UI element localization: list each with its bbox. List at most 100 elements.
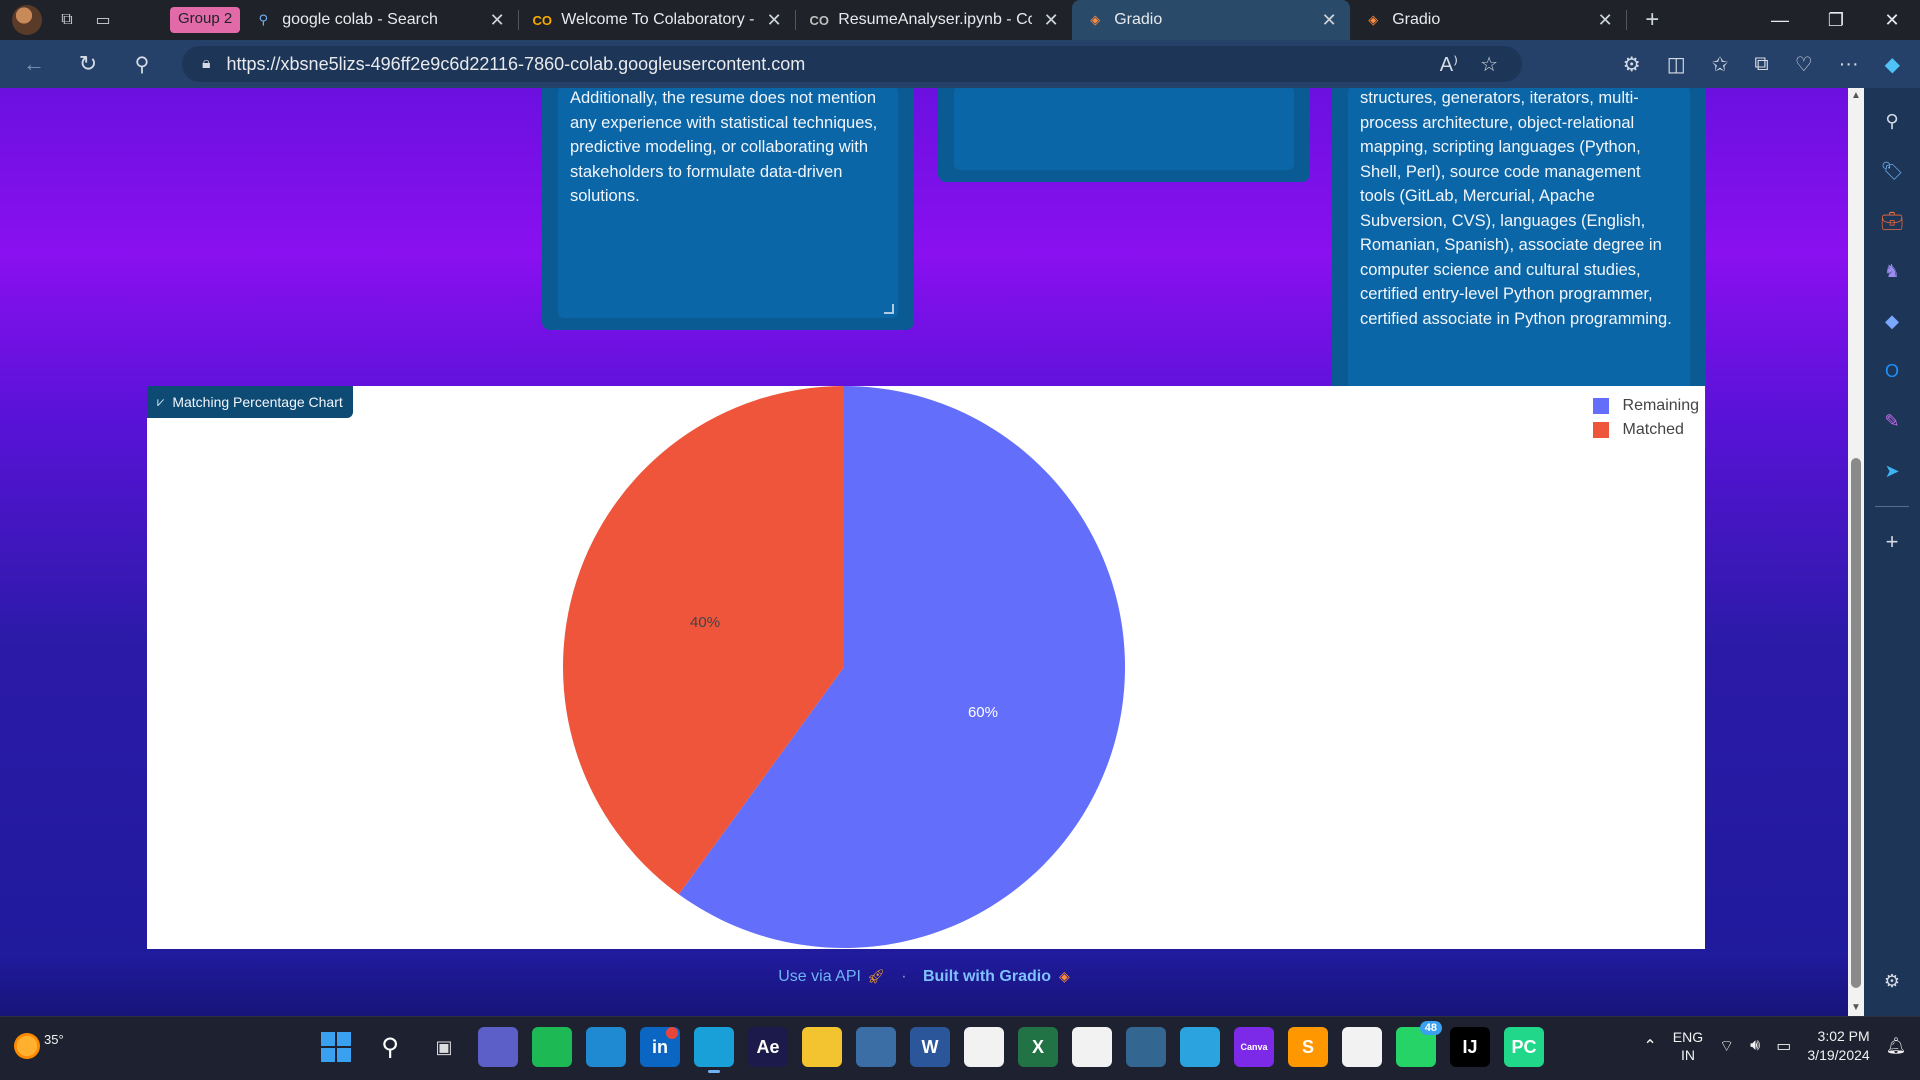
gradio-icon: ◈ [1090,12,1101,27]
close-icon[interactable]: ✕ [1596,10,1614,31]
notification-bell-icon[interactable]: 🔔︎ [1886,1036,1906,1056]
scroll-up-arrow-icon[interactable]: ▲ [1848,88,1864,104]
pycharm-icon[interactable]: PC [1504,1027,1544,1067]
designer-icon[interactable]: ✎ [1877,406,1907,436]
split-screen-icon[interactable]: ◫ [1667,52,1686,77]
volume-icon[interactable]: 🔊︎ [1750,1037,1760,1055]
gradio-footer: Use via API 🚀︎ · Built with Gradio ◈ [0,968,1848,986]
search-icon[interactable]: ⚲ [370,1027,410,1067]
legend-item-remaining[interactable]: Remaining [1592,394,1699,418]
tools-briefcase-icon[interactable]: 💼︎ [1877,206,1907,236]
settings-gear-icon[interactable]: ⚙ [1877,966,1907,996]
canva-icon[interactable]: Canva [1234,1027,1274,1067]
window-close-icon[interactable]: ✕ [1864,0,1920,40]
tabbar-left-controls: ⧉ ▭ [0,5,160,35]
rocket-icon: 🚀︎ [866,968,885,984]
telegram-icon[interactable] [1180,1027,1220,1067]
collections-icon[interactable]: ⧉ [1754,53,1768,76]
vscode-icon[interactable] [586,1027,626,1067]
after-effects-icon[interactable]: Ae [748,1027,788,1067]
legend-label-remaining: Remaining [1622,397,1699,414]
url-text[interactable]: https://xbsne5lizs-496ff2e9c6d22116-7860… [227,54,806,75]
pie-chart: 60% 40% [563,386,1125,949]
refresh-icon[interactable]: ↻ [68,44,108,84]
search-icon[interactable]: ⚲ [122,44,162,84]
slack-icon[interactable] [1342,1027,1382,1067]
tab-welcome-colab[interactable]: CO Welcome To Colaboratory - Co ✕ [519,0,795,40]
whatsapp-icon[interactable]: 48 [1396,1021,1442,1067]
games-icon[interactable]: ♞ [1877,256,1907,286]
excel-icon[interactable]: X [1018,1027,1058,1067]
add-icon[interactable]: + [1877,527,1907,557]
tab-resume-analyser[interactable]: CO ResumeAnalyser.ipynb - Colab ✕ [796,0,1072,40]
outlook-icon[interactable]: O [1877,356,1907,386]
language-indicator[interactable]: ENG IN [1673,1028,1703,1064]
url-field[interactable]: 🔒︎ https://xbsne5lizs-496ff2e9c6d22116-7… [182,46,1522,82]
spotify-icon[interactable] [532,1027,572,1067]
system-tray: ⌃ ENG IN ⌔ 🔊︎ ▭ 3:02 PM 3/19/2024 🔔︎ [1643,1027,1906,1065]
new-tab-icon[interactable]: + [1641,6,1663,33]
task-view-icon[interactable]: ▣ [424,1027,464,1067]
page-scrollbar[interactable]: ▲ ▼ [1848,88,1864,1016]
copilot-icon[interactable]: ◆ [1885,52,1900,77]
weather-temp: 35° [44,1031,64,1047]
tab-actions-icon[interactable]: ▭ [92,9,114,31]
tab-gradio-active[interactable]: ◈ Gradio ✕ [1072,0,1351,40]
middle-textbox[interactable] [954,88,1294,170]
more-menu-icon[interactable]: ··· [1839,53,1859,76]
teams-meet-icon[interactable] [478,1027,518,1067]
word-icon[interactable]: W [910,1027,950,1067]
intellij-icon[interactable]: IJ [1450,1027,1490,1067]
minimize-icon[interactable]: — [1752,0,1808,40]
microsoft-365-icon[interactable]: ◆ [1877,306,1907,336]
microsoft-store-icon[interactable] [964,1027,1004,1067]
wifi-icon[interactable]: ⌔ [1719,1036,1734,1056]
close-icon[interactable]: ✕ [488,10,506,31]
middle-textbox-card [938,88,1310,182]
taskbar-apps: ⚲ ▣ in Ae W X Canva S 48 IJ PC [316,1021,1544,1073]
file-explorer-icon[interactable] [802,1027,842,1067]
postgresql-icon[interactable] [1126,1027,1166,1067]
chart-legend: Remaining Matched [1592,394,1699,442]
chevron-up-icon[interactable]: ⌃ [1643,1036,1656,1056]
linkedin-icon[interactable]: in [640,1027,680,1067]
extensions-icon[interactable]: ⚙ [1623,52,1641,77]
mongodb-icon[interactable] [1072,1027,1112,1067]
lang-line1: ENG [1672,1029,1704,1045]
resize-handle[interactable] [884,304,894,314]
favorite-star-icon[interactable]: ☆ [1480,52,1498,77]
battery-icon[interactable]: ▭ [1776,1036,1791,1056]
restore-icon[interactable]: ❐ [1808,0,1864,40]
mysql-workbench-icon[interactable] [856,1027,896,1067]
sublime-text-icon[interactable]: S [1288,1027,1328,1067]
lock-icon[interactable]: 🔒︎ [202,55,211,73]
tab-gradio[interactable]: ◈ Gradio ✕ [1350,0,1626,40]
windows-taskbar: 35° ⚲ ▣ in Ae W X Canva S 48 IJ PC ⌃ ENG IN ⌔ 🔊︎ ▭… [0,1016,1920,1080]
clock[interactable]: 3:02 PM 3/19/2024 [1807,1027,1869,1065]
back-arrow-icon[interactable]: ← [14,44,54,84]
close-icon[interactable]: ✕ [1042,10,1060,31]
close-icon[interactable]: ✕ [1320,10,1338,31]
weather-widget[interactable]: 35° [14,1031,64,1059]
legend-label-matched: Matched [1622,421,1684,438]
workspaces-icon[interactable]: ⧉ [56,9,78,31]
read-aloud-icon[interactable]: A⁾ [1440,52,1458,77]
search-icon[interactable]: ⚲ [1877,106,1907,136]
browser-essentials-icon[interactable]: ♡ [1795,52,1813,77]
built-with-gradio-link[interactable]: Built with Gradio [923,968,1051,985]
send-icon[interactable]: ➤ [1877,456,1907,486]
scroll-down-arrow-icon[interactable]: ▼ [1848,1000,1864,1016]
close-icon[interactable]: ✕ [765,10,783,31]
tab-group-chip[interactable]: Group 2 [170,7,241,33]
profile-avatar[interactable] [12,5,42,35]
use-via-api-link[interactable]: Use via API [778,968,861,985]
legend-item-matched[interactable]: Matched [1592,418,1699,442]
scroll-thumb[interactable] [1851,458,1861,988]
edge-icon[interactable] [694,1027,734,1073]
windows-start-icon[interactable] [316,1027,356,1067]
shopping-tag-icon[interactable]: 🏷︎ [1877,156,1907,186]
favorites-icon[interactable]: ✩ [1712,52,1729,77]
analysis-textbox[interactable]: Additionally, the resume does not mentio… [558,88,898,318]
tab-google-colab-search[interactable]: ⚲ google colab - Search ✕ [240,0,518,40]
whatsapp-badge: 48 [1419,1021,1442,1035]
